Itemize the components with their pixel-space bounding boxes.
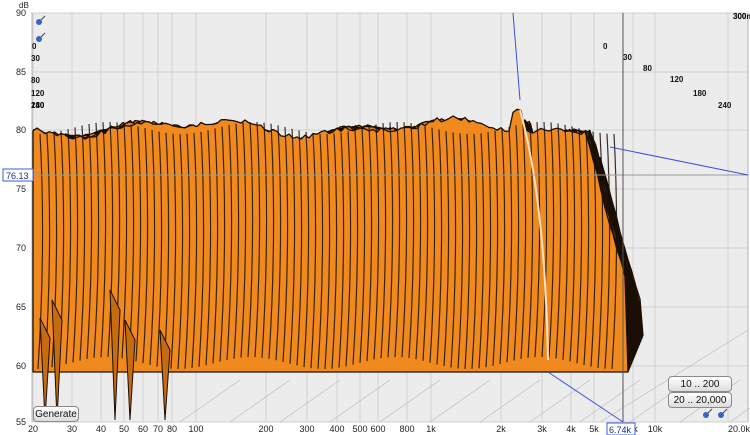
y-axis-tick-labels: 9085807570656055 xyxy=(16,8,26,427)
x-tick-label: 80 xyxy=(167,424,177,434)
x-tick-label: 1k xyxy=(426,424,436,434)
x-tick-label: 5k xyxy=(589,424,599,434)
x-tick-label: 70 xyxy=(153,424,163,434)
time-tick-label: 120 xyxy=(31,89,45,98)
x-tick-label: 20 xyxy=(28,424,38,434)
x-axis-tick-labels: 20 30 40 50 60 70 80 100 200 300 400 500 600 800 1k 2k 3… xyxy=(28,424,750,434)
x-tick-label: 30 xyxy=(67,424,77,434)
x-tick-label: 800 xyxy=(399,424,414,434)
time-tick-label: 80 xyxy=(31,76,40,85)
x-tick-label: 300 xyxy=(299,424,314,434)
time-tick-label: 300ms xyxy=(733,12,750,21)
cursor-level-readout: 76.13 xyxy=(2,168,34,182)
x-tick-label: 4k xyxy=(566,424,576,434)
x-tick-label: 500 xyxy=(352,424,367,434)
x-tick-label: 200 xyxy=(258,424,273,434)
time-tick-label: 30 xyxy=(31,54,40,63)
zoom-out-bottom-right-icon[interactable] xyxy=(701,408,713,420)
range-20-20000-button[interactable]: 20 .. 20,000 xyxy=(668,392,732,408)
cursor-frequency-readout: 6.74k xyxy=(606,422,636,435)
y-tick-label: 70 xyxy=(16,243,26,253)
x-tick-label: 50 xyxy=(119,424,129,434)
x-tick-label: 100 xyxy=(188,424,203,434)
time-tick-label-right: 0 xyxy=(603,42,608,51)
time-tick-label-right: 180 xyxy=(693,89,707,98)
time-tick-label-right: 240 xyxy=(718,101,732,110)
waterfall-plot[interactable]: 9085807570656055 20 30 40 50 60 70 80 100 200 300… xyxy=(0,0,750,435)
generate-button[interactable]: Generate xyxy=(33,406,79,422)
x-tick-label: 10k xyxy=(648,424,663,434)
range-10-200-button[interactable]: 10 .. 200 xyxy=(668,376,732,392)
x-tick-label: 2k xyxy=(496,424,506,434)
y-axis-unit-label: dB xyxy=(19,1,29,10)
x-tick-label: 400 xyxy=(329,424,344,434)
x-tick-label: 60 xyxy=(138,424,148,434)
x-tick-label: 20.0kHz xyxy=(728,424,750,434)
x-tick-label: 600 xyxy=(370,424,385,434)
cursor-frequency-label: 6.74k xyxy=(609,425,632,435)
y-tick-label: 85 xyxy=(16,67,26,77)
time-tick-label-right: 30 xyxy=(623,53,632,62)
x-tick-label: 3k xyxy=(537,424,547,434)
time-tick-label-right: 80 xyxy=(643,64,652,73)
cursor-level-label: 76.13 xyxy=(6,171,29,181)
y-tick-label: 65 xyxy=(16,302,26,312)
zoom-in-top-left-icon[interactable] xyxy=(34,15,46,27)
zoom-in-bottom-right-icon[interactable] xyxy=(716,408,728,420)
y-tick-label: 55 xyxy=(16,417,26,427)
x-tick-label: 40 xyxy=(96,424,106,434)
time-tick-label: 240 xyxy=(31,101,45,110)
y-tick-label: 75 xyxy=(16,184,26,194)
y-tick-label: 80 xyxy=(16,125,26,135)
y-tick-label: 60 xyxy=(16,361,26,371)
zoom-out-top-left-icon[interactable] xyxy=(34,32,46,44)
time-tick-label-right: 120 xyxy=(670,75,684,84)
